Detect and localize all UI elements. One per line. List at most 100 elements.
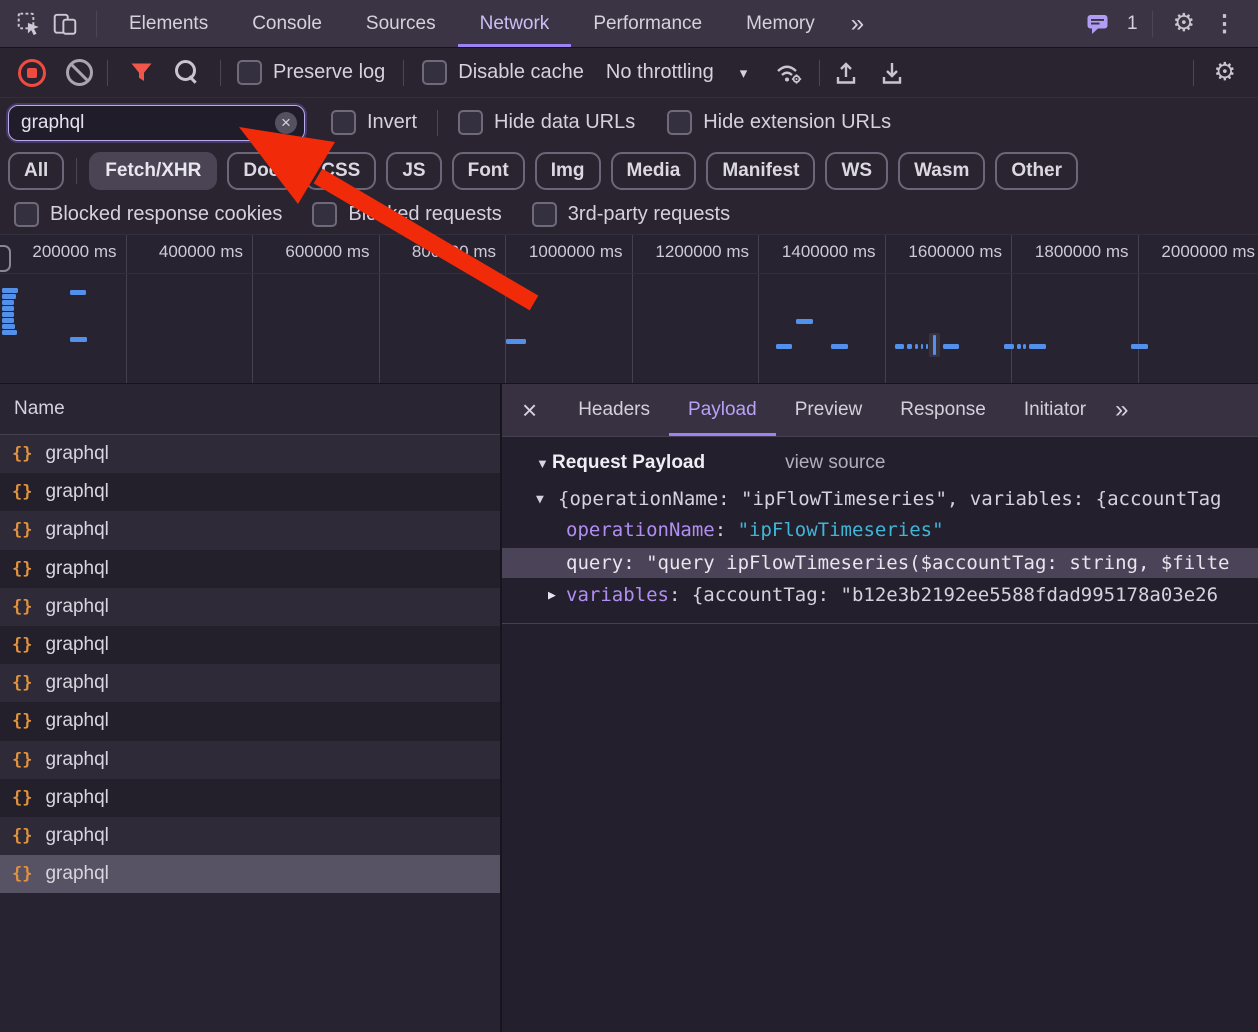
- request-row-graphql[interactable]: {}graphql: [0, 702, 500, 740]
- hide-data-urls-label: Hide data URLs: [494, 111, 635, 134]
- request-row-graphql[interactable]: {}graphql: [0, 855, 500, 893]
- waterfall-bar: [907, 344, 912, 349]
- invert-checkbox[interactable]: Invert: [331, 110, 417, 135]
- checkbox-icon[interactable]: [237, 60, 262, 85]
- payload-root-line[interactable]: ▼ {operationName: "ipFlowTimeseries", va…: [502, 484, 1258, 515]
- checkbox-icon[interactable]: [667, 110, 692, 135]
- chip-other[interactable]: Other: [995, 152, 1078, 190]
- chip-doc[interactable]: Doc: [227, 152, 295, 190]
- chip-css[interactable]: CSS: [305, 152, 376, 190]
- tab-network[interactable]: Network: [458, 0, 572, 47]
- json-icon: {}: [12, 711, 32, 731]
- disable-cache-checkbox[interactable]: Disable cache: [422, 60, 584, 85]
- chip-fetch-xhr[interactable]: Fetch/XHR: [89, 152, 217, 190]
- request-row-graphql[interactable]: {}graphql: [0, 741, 500, 779]
- more-panels-icon[interactable]: »: [837, 0, 878, 47]
- request-row-graphql[interactable]: {}graphql: [0, 626, 500, 664]
- waterfall-bar: [70, 337, 87, 342]
- waterfall-bar: [1023, 344, 1026, 349]
- blocked-requests-checkbox[interactable]: Blocked requests: [312, 202, 501, 227]
- request-row-graphql[interactable]: {}graphql: [0, 779, 500, 817]
- import-har-icon[interactable]: [834, 60, 858, 86]
- request-row-graphql[interactable]: {}graphql: [0, 664, 500, 702]
- waterfall-bar: [776, 344, 792, 349]
- checkbox-icon[interactable]: [14, 202, 39, 227]
- chip-img[interactable]: Img: [535, 152, 601, 190]
- chip-font[interactable]: Font: [452, 152, 525, 190]
- request-row-graphql[interactable]: {}graphql: [0, 435, 500, 473]
- chip-js[interactable]: JS: [386, 152, 441, 190]
- blocked-response-cookies-checkbox[interactable]: Blocked response cookies: [14, 202, 282, 227]
- network-settings-gear-icon[interactable]: ⚙: [1204, 60, 1246, 85]
- request-name: graphql: [45, 558, 108, 580]
- checkbox-icon[interactable]: [312, 202, 337, 227]
- request-row-graphql[interactable]: {}graphql: [0, 511, 500, 549]
- timeline-overview[interactable]: 200000 ms400000 ms600000 ms800000 ms1000…: [0, 234, 1258, 384]
- export-har-icon[interactable]: [880, 60, 904, 86]
- network-toolbar: Preserve log Disable cache No throttling…: [0, 48, 1258, 98]
- tab-performance[interactable]: Performance: [571, 0, 724, 47]
- request-payload-section[interactable]: ▼ Request Payload view source: [536, 452, 1258, 474]
- request-name: graphql: [45, 519, 108, 541]
- tab-console[interactable]: Console: [230, 0, 344, 47]
- checkbox-icon[interactable]: [532, 202, 557, 227]
- preserve-log-checkbox[interactable]: Preserve log: [237, 60, 385, 85]
- tab-sources[interactable]: Sources: [344, 0, 458, 47]
- close-icon[interactable]: ×: [502, 397, 559, 423]
- payload-query-line-selected[interactable]: query: "query ipFlowTimeseries($accountT…: [502, 548, 1258, 578]
- request-row-graphql[interactable]: {}graphql: [0, 473, 500, 511]
- hide-extension-urls-checkbox[interactable]: Hide extension URLs: [667, 110, 891, 135]
- chip-manifest[interactable]: Manifest: [706, 152, 815, 190]
- search-icon[interactable]: [175, 60, 196, 81]
- inspect-icon[interactable]: [14, 9, 44, 39]
- chip-all[interactable]: All: [8, 152, 64, 190]
- tab-memory[interactable]: Memory: [724, 0, 837, 47]
- expand-triangle-icon[interactable]: ▶: [548, 580, 566, 611]
- request-row-graphql[interactable]: {}graphql: [0, 550, 500, 588]
- tab-elements[interactable]: Elements: [107, 0, 230, 47]
- tab-preview[interactable]: Preview: [776, 384, 882, 436]
- preserve-log-label: Preserve log: [273, 61, 385, 84]
- divider: [1193, 60, 1194, 86]
- checkbox-icon[interactable]: [458, 110, 483, 135]
- filter-row: × Invert Hide data URLs Hide extension U…: [0, 98, 1258, 147]
- waterfall-bar: [1017, 344, 1021, 349]
- tab-response[interactable]: Response: [881, 384, 1005, 436]
- chip-media[interactable]: Media: [611, 152, 697, 190]
- issues-count: 1: [1127, 13, 1138, 35]
- checkbox-icon[interactable]: [422, 60, 447, 85]
- network-conditions-icon[interactable]: [773, 60, 805, 86]
- more-tabs-icon[interactable]: »: [1105, 396, 1138, 424]
- tab-payload[interactable]: Payload: [669, 384, 776, 436]
- filter-icon[interactable]: [130, 62, 153, 83]
- collapse-triangle-icon[interactable]: ▼: [536, 456, 552, 471]
- payload-operation-line[interactable]: operationName: "ipFlowTimeseries": [502, 515, 1258, 546]
- menu-dots-icon[interactable]: ⋮: [1205, 12, 1244, 35]
- timeline-scroll-handle[interactable]: [0, 245, 11, 272]
- tab-headers[interactable]: Headers: [559, 384, 669, 436]
- view-source-link[interactable]: view source: [785, 452, 885, 474]
- payload-variables-line[interactable]: ▶ variables: {accountTag: "b12e3b2192ee5…: [502, 580, 1258, 611]
- record-button[interactable]: [18, 59, 46, 87]
- clear-log-button[interactable]: [66, 59, 93, 86]
- disable-cache-label: Disable cache: [458, 61, 584, 84]
- device-toolbar-icon[interactable]: [50, 9, 80, 39]
- waterfall-bar: [2, 324, 15, 329]
- name-column-header[interactable]: Name: [0, 384, 500, 435]
- checkbox-icon[interactable]: [331, 110, 356, 135]
- hide-data-urls-checkbox[interactable]: Hide data URLs: [458, 110, 635, 135]
- collapse-triangle-icon[interactable]: ▼: [536, 484, 558, 515]
- throttling-select[interactable]: No throttling ▾: [606, 61, 747, 84]
- settings-gear-icon[interactable]: ⚙: [1163, 11, 1205, 36]
- clear-filter-icon[interactable]: ×: [275, 112, 297, 134]
- request-row-graphql[interactable]: {}graphql: [0, 588, 500, 626]
- request-name: graphql: [45, 634, 108, 656]
- filter-input[interactable]: [8, 105, 305, 141]
- request-row-graphql[interactable]: {}graphql: [0, 817, 500, 855]
- chip-ws[interactable]: WS: [825, 152, 888, 190]
- chip-wasm[interactable]: Wasm: [898, 152, 985, 190]
- issues-icon[interactable]: [1083, 9, 1113, 39]
- waterfall-bar: [1029, 344, 1046, 349]
- tab-initiator[interactable]: Initiator: [1005, 384, 1105, 436]
- 3rd-party-requests-checkbox[interactable]: 3rd-party requests: [532, 202, 730, 227]
